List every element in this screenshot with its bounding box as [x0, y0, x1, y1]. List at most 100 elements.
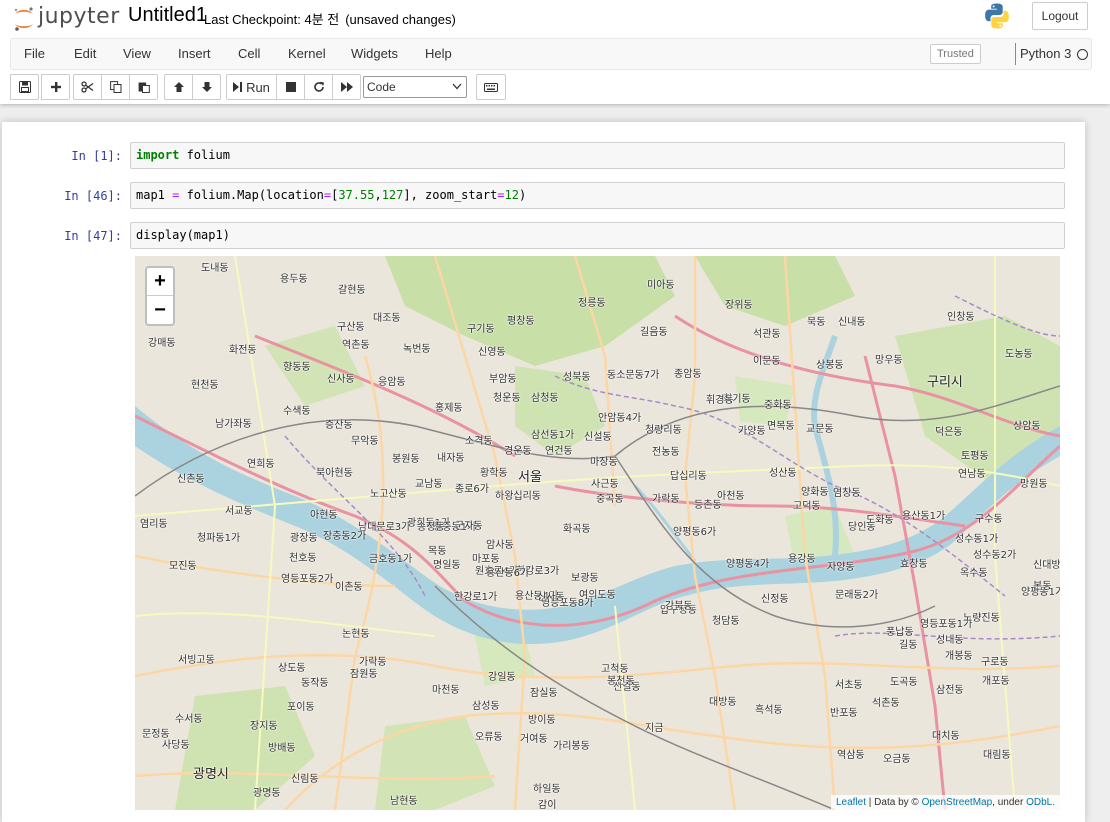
map-place-label: 연건동: [545, 446, 573, 457]
openstreetmap-link[interactable]: OpenStreetMap: [922, 797, 993, 808]
map-place-label: 지금: [645, 723, 664, 734]
map-place-label: 가리봉동: [553, 741, 590, 752]
map-place-label: 신대방동: [1033, 560, 1060, 571]
map-place-label: 석관동: [753, 329, 781, 340]
map-place-label: 삼성동: [472, 701, 500, 712]
menu-widgets[interactable]: Widgets: [351, 39, 398, 69]
map-place-label: 구산동: [337, 322, 365, 333]
map-place-label: 신설동: [584, 432, 612, 443]
save-button[interactable]: [10, 74, 39, 100]
chevron-down-icon: [452, 83, 462, 90]
menu-help[interactable]: Help: [425, 39, 452, 69]
code-token: map1: [136, 188, 173, 202]
autosave-status: (unsaved changes): [345, 12, 456, 27]
notebook-title[interactable]: Untitled1: [128, 4, 207, 27]
map-place-label: 본동: [1033, 581, 1052, 592]
plus-icon: [50, 82, 61, 92]
code-cell-input[interactable]: map1 = folium.Map(location=[37.55,127], …: [130, 182, 1065, 209]
cut-button[interactable]: [73, 74, 102, 100]
zoom-out-button[interactable]: −: [147, 296, 173, 324]
kernel-name[interactable]: Python 3: [1020, 39, 1071, 69]
map-place-label: 가락동: [359, 657, 387, 668]
map-place-label: 홍제동: [435, 403, 463, 414]
insert-cell-button[interactable]: [41, 74, 70, 100]
menu-cell[interactable]: Cell: [238, 39, 260, 69]
map-place-label: 무악동: [351, 436, 379, 447]
menu-insert[interactable]: Insert: [178, 39, 211, 69]
map-place-label: 모진동: [169, 561, 197, 572]
map-place-label: 갈현동: [338, 285, 366, 296]
code-token: import: [136, 148, 180, 162]
jupyter-logo[interactable]: jupyter: [12, 2, 119, 34]
map-place-label: 신림동: [291, 774, 319, 785]
paste-icon: [138, 82, 150, 93]
map-place-label: 개포동: [982, 676, 1010, 687]
menu-kernel[interactable]: Kernel: [288, 39, 326, 69]
map-place-label: 천호동: [289, 553, 317, 564]
leaflet-link[interactable]: Leaflet: [836, 797, 866, 808]
toolbar-save-group: [10, 74, 39, 100]
restart-kernel-button[interactable]: [304, 74, 333, 100]
run-button[interactable]: Run: [226, 74, 277, 100]
odbl-link[interactable]: ODbL.: [1026, 797, 1055, 808]
map-place-label: 구리시: [927, 375, 963, 390]
map-place-label: 양화동: [801, 487, 829, 498]
copy-button[interactable]: [101, 74, 130, 100]
step-forward-icon: [233, 82, 243, 92]
map-place-label: 성수동1가: [955, 534, 999, 545]
map-place-label: 사당동: [162, 740, 190, 751]
map-place-label: 동소문동7가: [607, 370, 660, 381]
interrupt-kernel-button[interactable]: [276, 74, 305, 100]
paste-button[interactable]: [129, 74, 158, 100]
menu-edit[interactable]: Edit: [74, 39, 96, 69]
map-place-label: 양평동6가: [673, 527, 717, 538]
map-place-label: 향동동: [283, 362, 311, 373]
code-token: 12: [504, 188, 519, 202]
map-place-label: 휘경동: [706, 395, 734, 406]
code-cell-input[interactable]: display(map1): [130, 222, 1065, 249]
map-place-label: 토평동: [961, 451, 989, 462]
run-label: Run: [246, 79, 270, 95]
map-place-label: 녹번동: [403, 344, 431, 355]
code-cell-input[interactable]: import folium: [130, 142, 1065, 169]
map-place-label: 성산동: [769, 468, 797, 479]
zoom-in-button[interactable]: +: [147, 268, 173, 296]
code-token: 37.55: [338, 188, 375, 202]
move-down-button[interactable]: [192, 74, 221, 100]
map-place-label: 가락동: [652, 494, 680, 505]
map-place-label: 구기동: [467, 324, 495, 335]
map-place-label: 명일동: [433, 560, 461, 571]
map-place-label: 고덕동: [793, 501, 821, 512]
move-up-button[interactable]: [164, 74, 193, 100]
map-place-label: 대치동: [932, 731, 960, 742]
map-place-label: 한강로1가: [454, 592, 498, 603]
cut-icon: [81, 81, 94, 93]
cell-type-select[interactable]: Code: [363, 76, 467, 98]
restart-run-all-button[interactable]: [332, 74, 361, 100]
map-place-label: 염창동: [833, 488, 861, 499]
arrow-down-icon: [201, 82, 212, 92]
map-place-label: 남가좌동: [215, 419, 252, 430]
map-place-label: 정릉동: [578, 298, 606, 309]
map-place-label: 이촌동: [335, 582, 363, 593]
map-place-label: 보광동: [571, 573, 599, 584]
logout-button[interactable]: Logout: [1032, 2, 1088, 30]
map-place-label: 마장동: [590, 457, 618, 468]
map-place-label: 중곡동: [596, 494, 624, 505]
map-place-label: 연희동: [247, 459, 275, 470]
command-palette-button[interactable]: [476, 74, 506, 100]
menu-view[interactable]: View: [123, 39, 151, 69]
menu-file[interactable]: File: [24, 39, 45, 69]
toolbar-insert-group: [41, 74, 70, 100]
map-place-label: 대방동: [709, 697, 737, 708]
map-place-label: 하일동: [533, 784, 561, 795]
map-place-label: 이문동: [753, 356, 781, 367]
trusted-indicator[interactable]: Trusted: [930, 44, 981, 64]
map-place-label: 용산동1가: [902, 511, 946, 522]
map-place-label: 도화동: [866, 515, 894, 526]
toolbar-run-group: Run: [226, 74, 361, 100]
map-place-label: 동작동: [301, 678, 329, 689]
map-place-label: 오류동: [475, 732, 503, 743]
folium-map[interactable]: 서울 구리시 광명시 도내동 용두동 갈현동 대조동 구산동 역촌동 녹번동 구기동 평창동 정릉동 미아…: [135, 256, 1060, 810]
cell-prompt: In [46]:: [64, 189, 122, 203]
